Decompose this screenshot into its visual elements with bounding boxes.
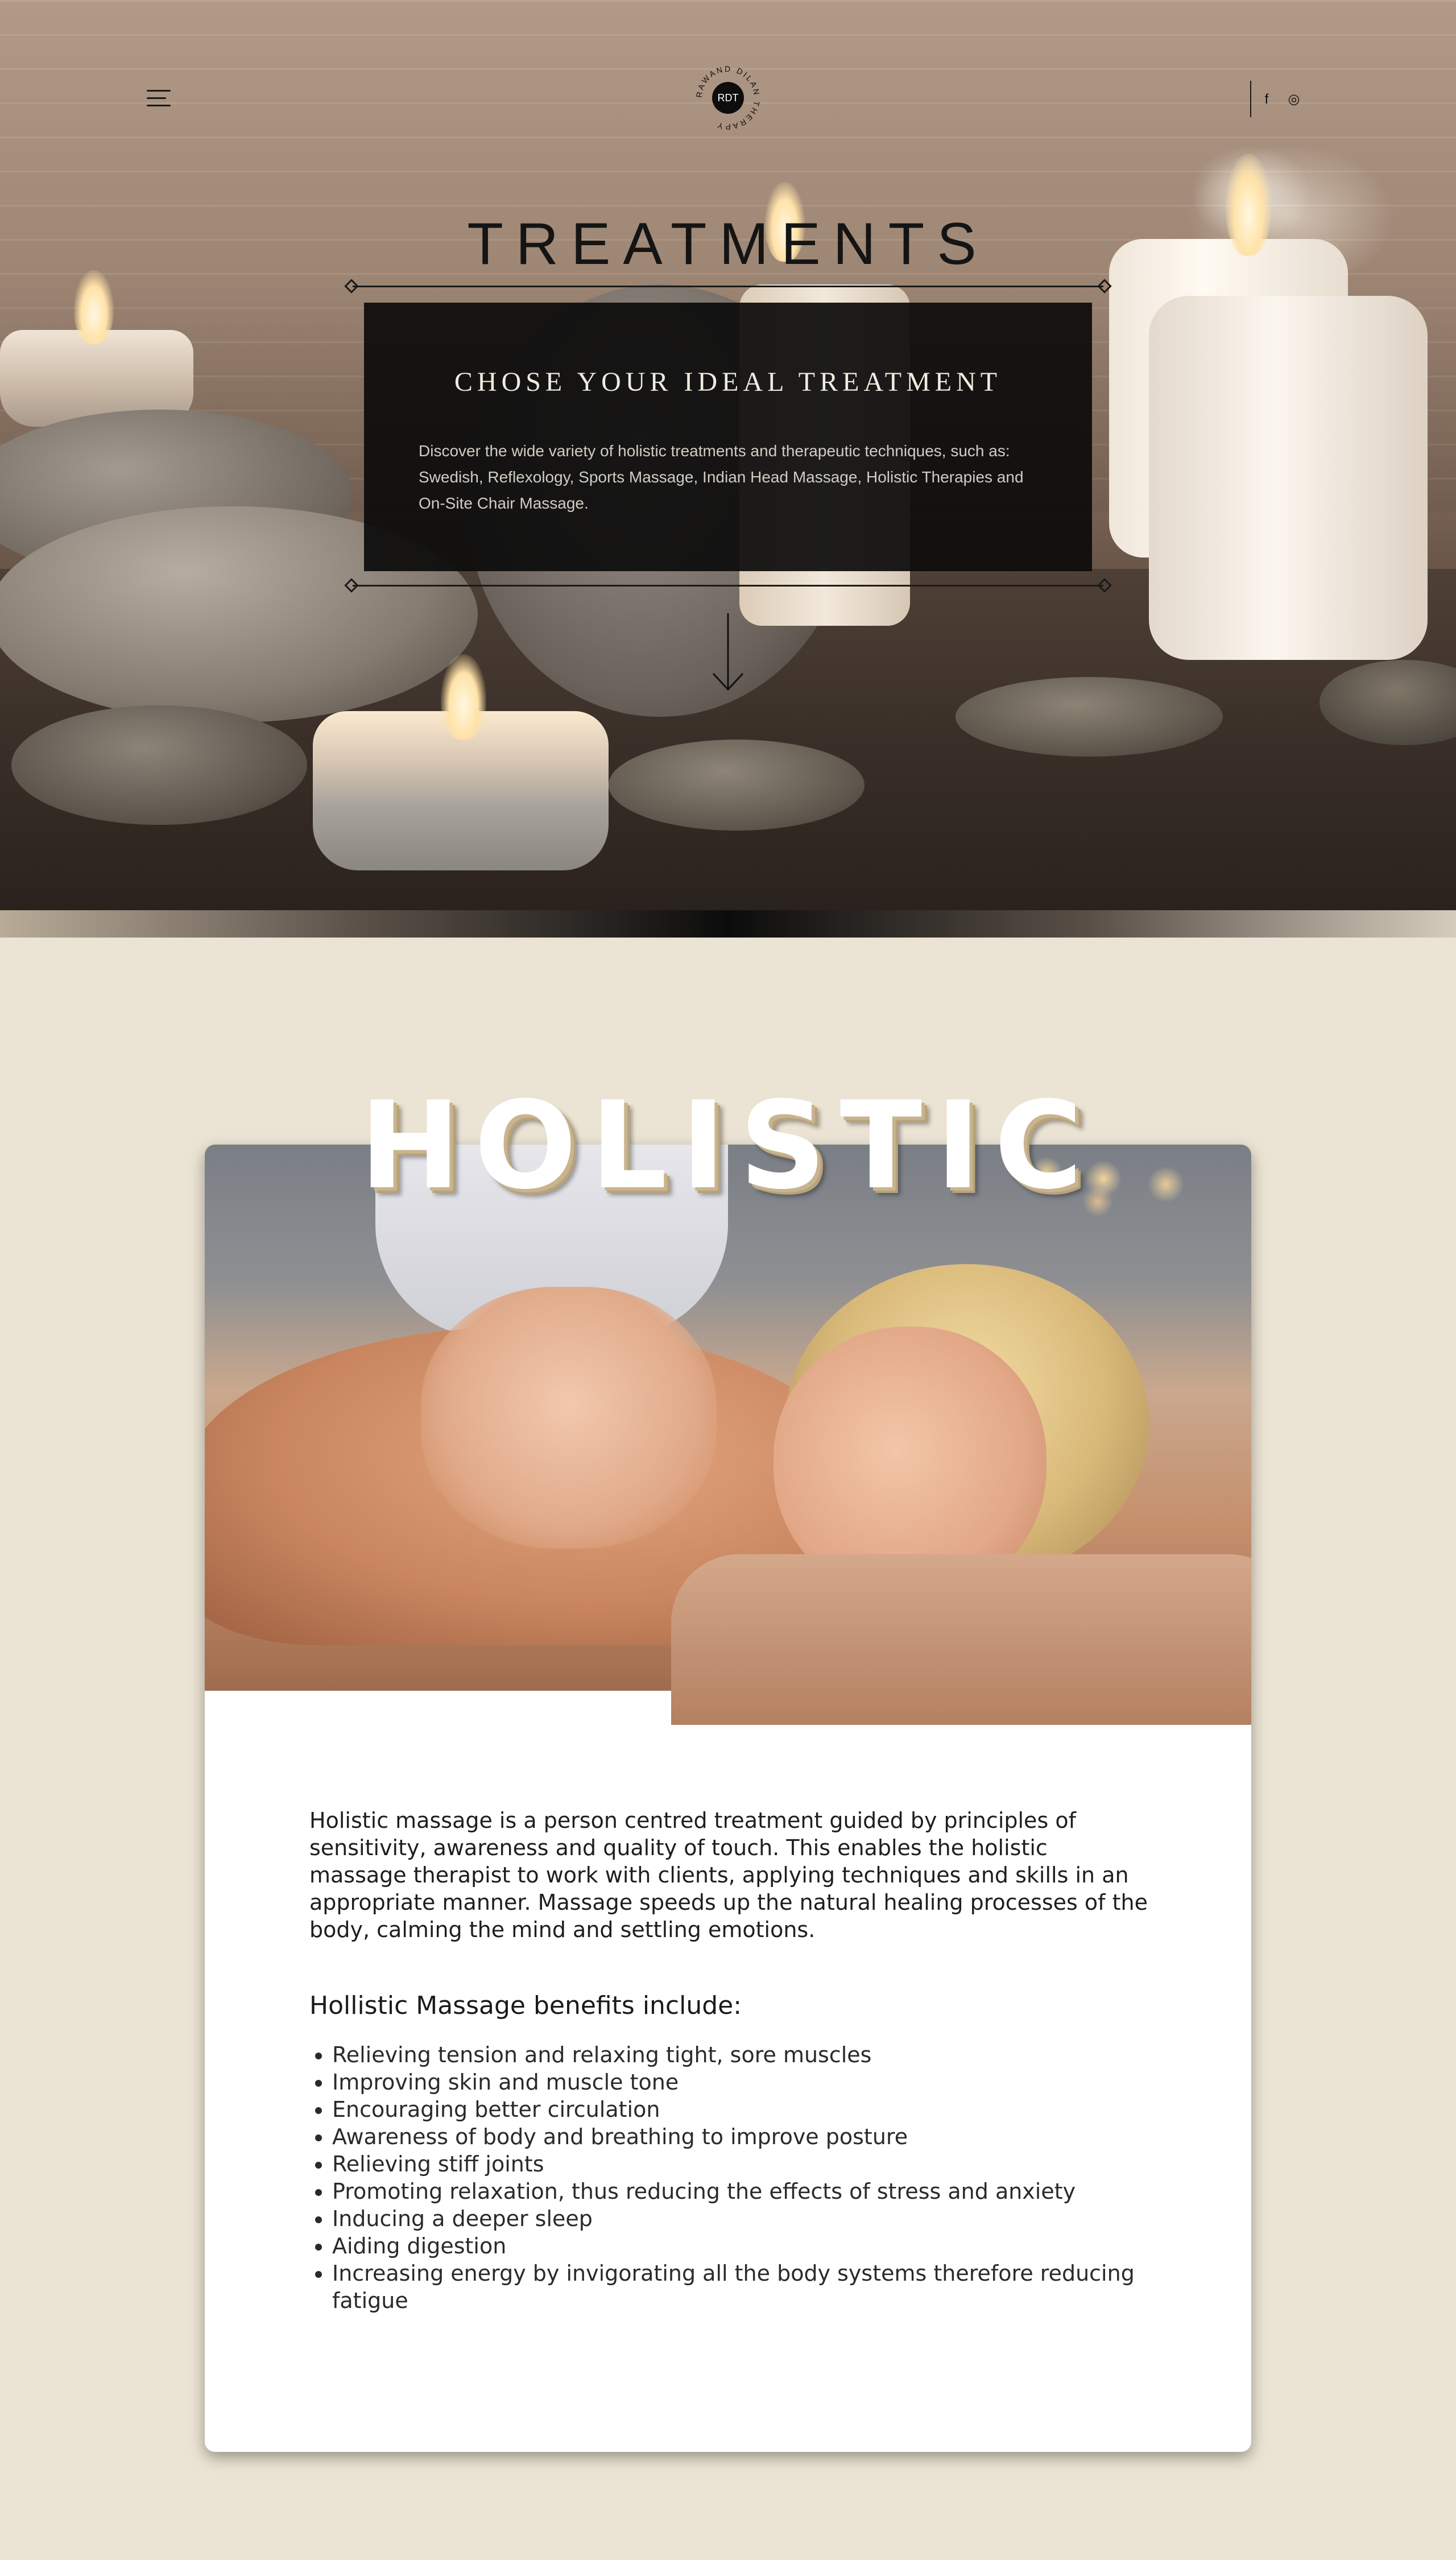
social-divider xyxy=(1250,81,1251,117)
stone-bottom-left xyxy=(11,705,307,825)
candle-right-front xyxy=(1149,296,1428,660)
arrow-down-icon[interactable] xyxy=(711,613,745,693)
therapist-hands xyxy=(421,1287,717,1549)
hamburger-menu-icon[interactable] xyxy=(147,90,171,107)
towel xyxy=(671,1554,1251,1725)
facebook-icon[interactable]: f xyxy=(1258,91,1275,108)
list-item: Encouraging better circulation xyxy=(332,2096,1157,2123)
hero-bottom-band xyxy=(0,910,1456,938)
logo[interactable]: RAWAND DILAN THERAPY RDT xyxy=(694,64,762,132)
massage-photo xyxy=(205,1145,1251,1725)
benefits-title: Hollistic Massage benefits include: xyxy=(309,1991,742,2020)
holistic-heading: HOLISTIC xyxy=(359,1075,1097,1216)
holistic-card: Holistic massage is a person centred tre… xyxy=(205,1145,1251,2452)
stone-right xyxy=(956,677,1223,757)
list-item: Relieving tension and relaxing tight, so… xyxy=(332,2041,1157,2068)
treatment-intro-text: Discover the wide variety of holistic tr… xyxy=(419,442,1024,512)
divider-top xyxy=(353,286,1103,287)
flame-left-top xyxy=(74,270,114,344)
logo-monogram: RDT xyxy=(712,82,744,114)
list-item: Increasing energy by invigorating all th… xyxy=(332,2260,1157,2314)
list-item: Improving skin and muscle tone xyxy=(332,2068,1157,2096)
list-item: Aiding digestion xyxy=(332,2232,1157,2260)
flame-bottom xyxy=(441,654,486,740)
treatment-intro-heading: CHOSE YOUR IDEAL TREATMENT xyxy=(454,367,1002,397)
instagram-icon[interactable]: ◎ xyxy=(1285,91,1302,108)
benefits-list: Relieving tension and relaxing tight, so… xyxy=(309,2041,1157,2314)
list-item: Inducing a deeper sleep xyxy=(332,2205,1157,2232)
list-item: Relieving stiff joints xyxy=(332,2150,1157,2178)
list-item: Promoting relaxation, thus reducing the … xyxy=(332,2178,1157,2205)
page-title: TREATMENTS xyxy=(467,211,989,277)
list-item: Awareness of body and breathing to impro… xyxy=(332,2123,1157,2150)
divider-bottom xyxy=(353,585,1103,587)
stone-bottom-center xyxy=(609,740,864,831)
treatment-intro-box: CHOSE YOUR IDEAL TREATMENT Discover the … xyxy=(364,303,1092,571)
holistic-description: Holistic massage is a person centred tre… xyxy=(309,1808,1148,1942)
